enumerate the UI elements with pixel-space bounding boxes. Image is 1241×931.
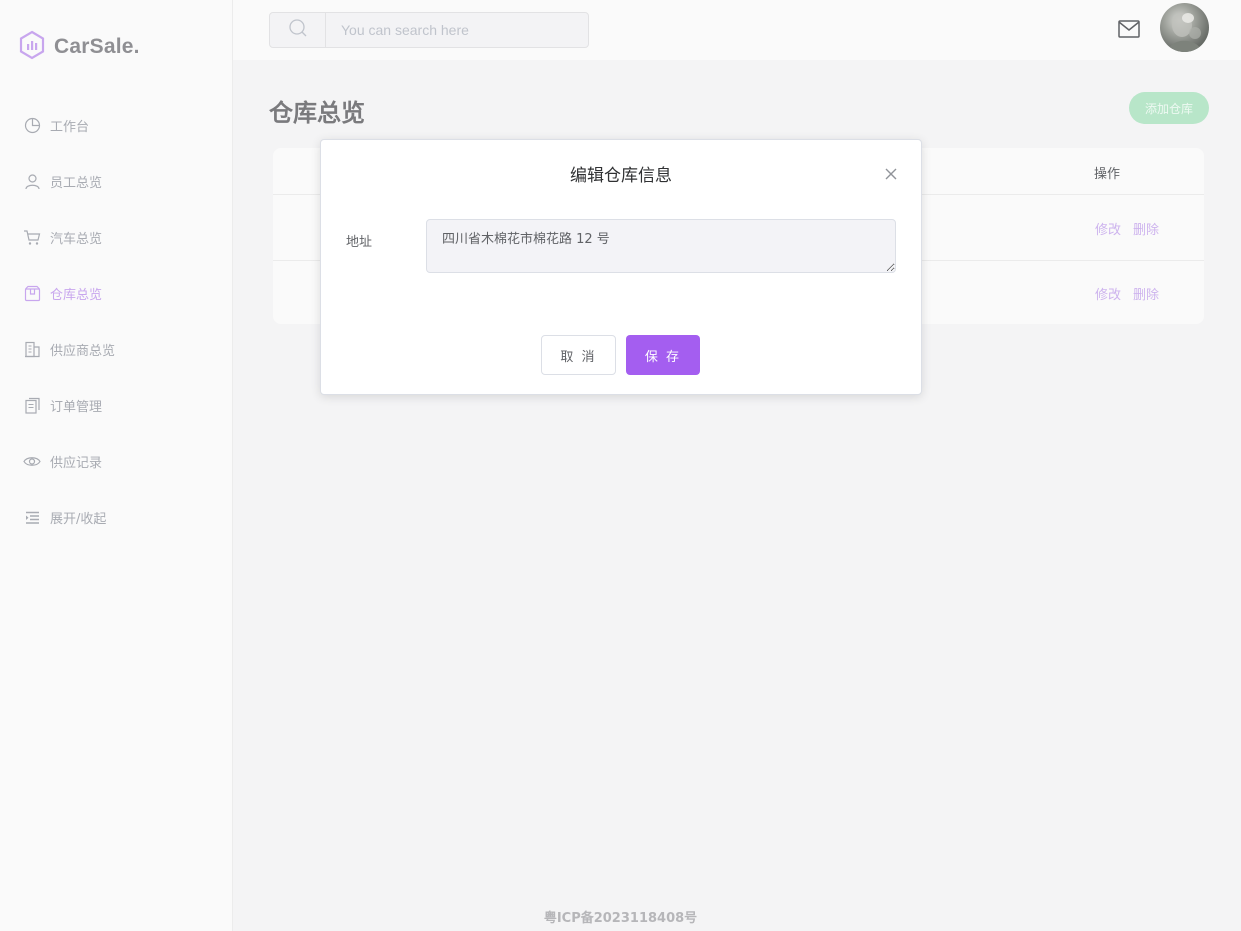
close-icon[interactable] (883, 166, 899, 182)
icp-footer: 粤ICP备2023118408号 (543, 911, 698, 926)
address-label: 地址 (346, 235, 373, 250)
edit-warehouse-dialog: 编辑仓库信息 地址 四川省木棉花市棉花路 12 号 取 消 保 存 (320, 139, 922, 395)
save-button[interactable]: 保 存 (626, 335, 700, 375)
dialog-title: 编辑仓库信息 (570, 166, 672, 186)
cancel-button[interactable]: 取 消 (541, 335, 616, 375)
address-field[interactable]: 四川省木棉花市棉花路 12 号 (426, 219, 896, 273)
